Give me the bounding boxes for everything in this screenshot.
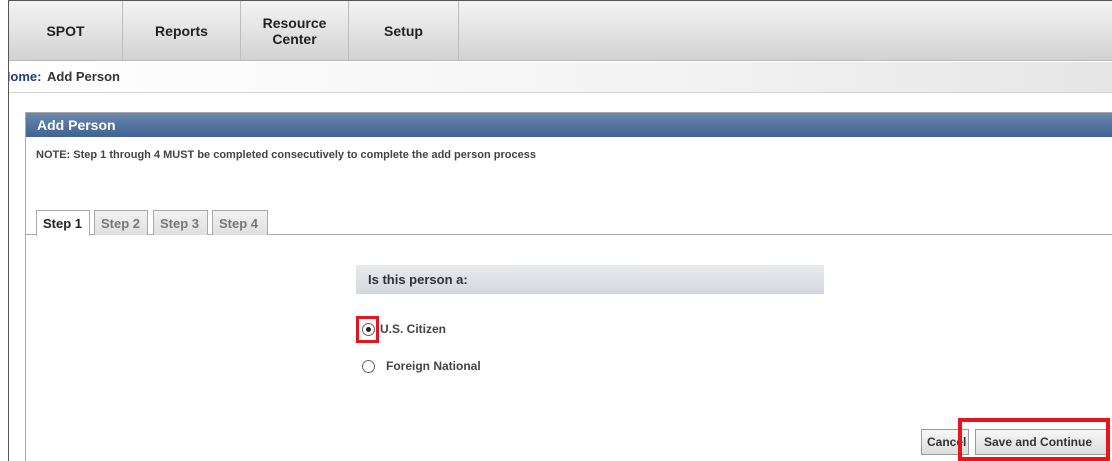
breadcrumb-current: Add Person	[47, 69, 120, 84]
annotation-highlight-save	[958, 418, 1110, 461]
option-us-citizen-label: U.S. Citizen	[380, 322, 447, 336]
breadcrumb-home-link[interactable]: Home:	[9, 69, 41, 84]
annotation-highlight-radio	[356, 316, 379, 343]
nav-item-resource-center[interactable]: Resource Center	[241, 1, 349, 61]
top-nav: SPOT Reports Resource Center Setup	[9, 1, 1112, 61]
panel-title: Add Person	[26, 113, 1112, 137]
process-note: NOTE: Step 1 through 4 MUST be completed…	[36, 149, 536, 161]
nav-item-spot[interactable]: SPOT	[9, 1, 123, 61]
tab-step-1[interactable]: Step 1	[36, 210, 90, 236]
add-person-panel: Add Person NOTE: Step 1 through 4 MUST b…	[25, 112, 1112, 461]
option-foreign-national-label: Foreign National	[386, 359, 481, 373]
tab-step-3[interactable]: Step 3	[153, 210, 208, 235]
radio-foreign-national[interactable]	[362, 359, 375, 373]
step-tabs: Step 1 Step 2 Step 3 Step 4	[26, 210, 1112, 236]
nav-item-reports[interactable]: Reports	[123, 1, 241, 61]
breadcrumb: Home: Add Person	[9, 62, 1112, 93]
option-foreign-national[interactable]: Foreign National	[362, 359, 481, 373]
nav-item-setup[interactable]: Setup	[349, 1, 459, 61]
person-type-question: Is this person a:	[356, 265, 824, 294]
tab-step-4[interactable]: Step 4	[212, 210, 268, 235]
app-frame: SPOT Reports Resource Center Setup Home:…	[8, 0, 1112, 461]
tab-step-2[interactable]: Step 2	[94, 210, 148, 235]
